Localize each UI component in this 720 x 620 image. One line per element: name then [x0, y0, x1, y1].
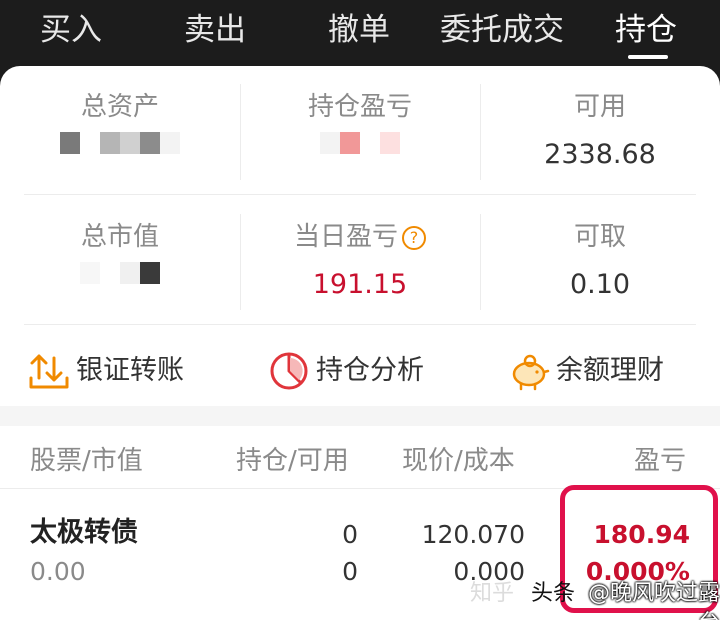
stock-name: 太极转债	[30, 517, 138, 548]
position-quantity: 0	[342, 520, 358, 549]
piggy-bank-icon	[512, 354, 550, 391]
withdrawable-label: 可取	[573, 222, 626, 252]
withdrawable-cell: 可取 0.10	[480, 220, 720, 303]
today-pl-heading: 当日盈亏?	[240, 220, 480, 254]
total-assets-label: 总资产	[80, 92, 159, 122]
today-pl-label: 当日盈亏	[293, 222, 398, 252]
col-header-price[interactable]: 现价/成本	[402, 444, 515, 478]
market-value-value-blurred	[80, 262, 160, 284]
current-price: 120.070	[421, 520, 525, 549]
available-cell: 可用 2338.68	[480, 90, 720, 173]
available-value: 2338.68	[544, 139, 656, 170]
available-quantity: 0	[342, 557, 358, 586]
market-value-cell: 总市值	[0, 220, 240, 284]
balance-wealth-label: 余额理财	[556, 355, 664, 386]
divider	[24, 194, 696, 195]
tab-cancel-order[interactable]: 撤单	[328, 10, 390, 50]
position-analysis-label: 持仓分析	[316, 355, 424, 386]
market-value-label: 总市值	[80, 222, 159, 252]
position-pl-label: 持仓盈亏	[307, 92, 412, 122]
help-icon[interactable]: ?	[402, 226, 426, 250]
col-header-stock[interactable]: 股票/市值	[30, 444, 143, 478]
tab-buy[interactable]: 买入	[40, 10, 102, 50]
tab-positions[interactable]: 持仓	[615, 10, 677, 50]
top-tab-bar: 买入 卖出 撤单 委托成交 持仓	[0, 0, 720, 66]
total-assets-value-blurred	[60, 132, 180, 154]
available-label: 可用	[573, 92, 626, 122]
position-analysis-button[interactable]: 持仓分析	[268, 349, 424, 393]
col-header-position[interactable]: 持仓/可用	[236, 444, 349, 478]
total-assets-cell: 总资产	[0, 90, 240, 154]
divider	[24, 324, 696, 325]
bank-transfer-label: 银证转账	[76, 355, 184, 386]
tab-sell[interactable]: 卖出	[184, 10, 246, 50]
bank-transfer-button[interactable]: 银证转账	[28, 349, 184, 393]
transfer-icon	[29, 354, 69, 389]
positions-panel: 总资产 持仓盈亏 可用 2338.68 总市值 当日盈亏? 191.15 可取 …	[0, 66, 720, 620]
withdrawable-value: 0.10	[569, 269, 631, 300]
today-pl-cell: 当日盈亏? 191.15	[240, 220, 480, 303]
active-tab-indicator	[628, 55, 668, 59]
position-pl-value-blurred	[320, 132, 400, 154]
tab-orders-trades[interactable]: 委托成交	[440, 10, 564, 50]
section-separator	[0, 406, 720, 426]
position-pl-cell: 持仓盈亏	[240, 90, 480, 154]
balance-wealth-button[interactable]: 余额理财	[508, 349, 664, 393]
pie-chart-icon	[270, 352, 308, 390]
stock-market-value: 0.00	[30, 557, 86, 586]
watermark-author: @晚风吹过露台	[587, 581, 720, 620]
today-pl-value: 191.15	[312, 269, 408, 300]
watermark-site: 知乎	[470, 581, 515, 606]
col-header-pl[interactable]: 盈亏	[634, 444, 686, 478]
watermark-source: 头条	[531, 581, 576, 606]
